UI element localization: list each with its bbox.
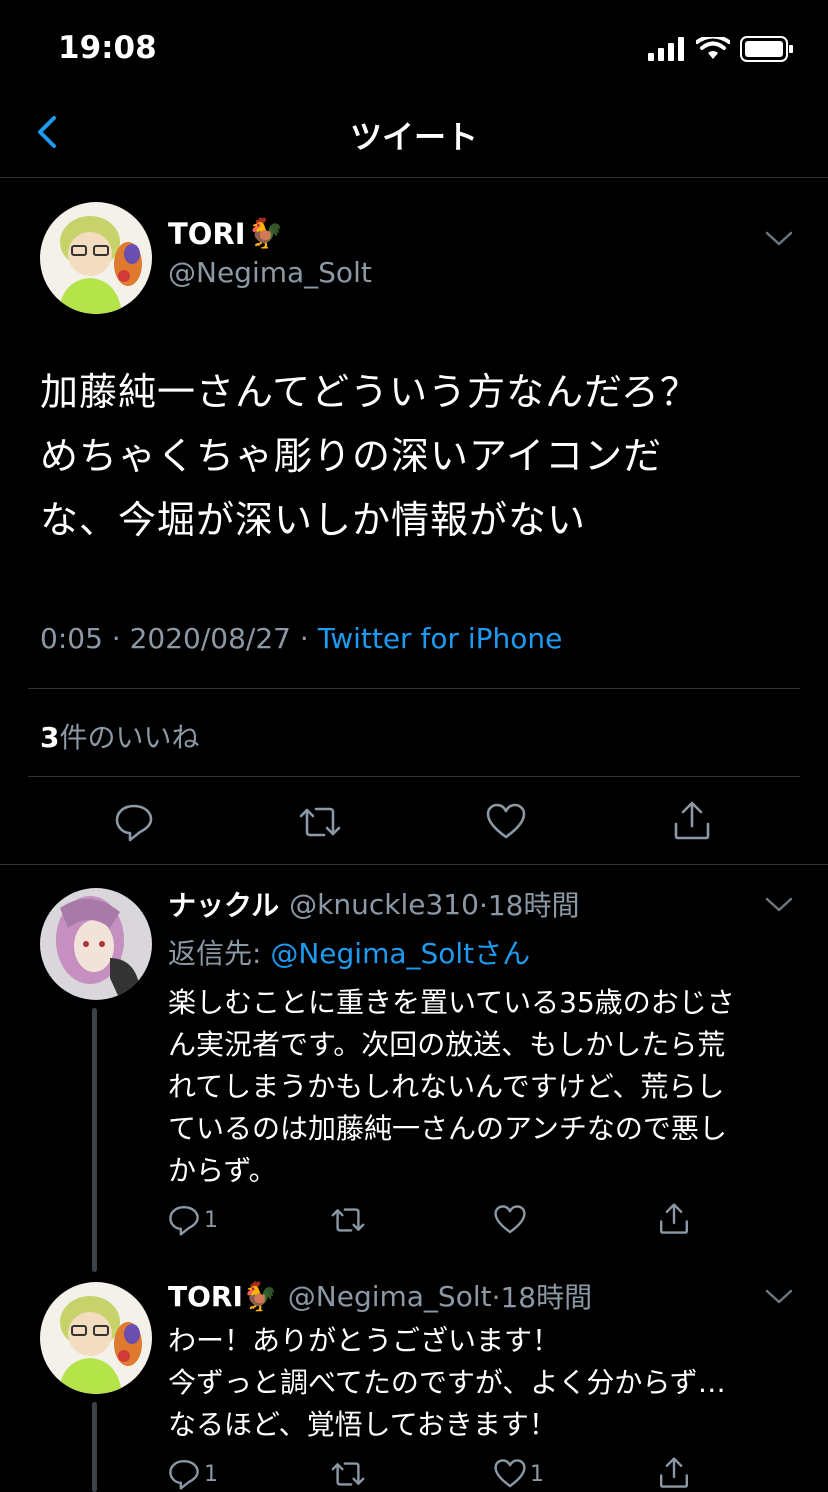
thread-line — [92, 1008, 97, 1272]
like-button[interactable] — [494, 1204, 526, 1236]
reply-icon — [169, 1206, 199, 1236]
tweet-date: 2020/08/27 — [129, 622, 291, 655]
meta-separator: · — [111, 622, 121, 655]
share-button[interactable] — [658, 1202, 690, 1236]
tweet-author-handle[interactable]: @Negima_Solt — [168, 256, 372, 289]
chevron-down-icon[interactable] — [764, 896, 794, 914]
tweet-text: 加藤純一さんてどういう方なんだろ？ めちゃくちゃ彫りの深いアイコンだ な、今堀が… — [40, 370, 699, 542]
like-count: 1 — [530, 1461, 544, 1487]
like-button[interactable] — [486, 802, 526, 842]
avatar-illustration — [40, 1282, 152, 1394]
reply-count: 1 — [204, 1461, 218, 1487]
avatar[interactable] — [40, 1282, 152, 1394]
replying-to-label: 返信先: — [168, 937, 262, 970]
likes-label: 件のいいね — [59, 721, 200, 754]
meta-separator: · — [299, 622, 309, 655]
chevron-down-icon[interactable] — [764, 1288, 794, 1306]
avatar-illustration — [40, 888, 152, 1000]
share-button[interactable] — [658, 1456, 690, 1490]
share-icon — [660, 1203, 688, 1234]
reply-timestamp: ·18時間 — [491, 1281, 593, 1314]
heart-icon — [494, 1205, 526, 1234]
status-bar: 19:08 — [0, 0, 828, 100]
divider — [28, 688, 800, 689]
status-time: 19:08 — [58, 30, 157, 66]
tweet-meta: 0:05 · 2020/08/27 · Twitter for iPhone — [40, 622, 562, 655]
reply-author-name[interactable]: TORI — [168, 1280, 243, 1313]
share-button[interactable] — [672, 800, 712, 842]
tweet-author-name[interactable]: TORI 🐓 — [168, 216, 284, 251]
avatar[interactable] — [40, 888, 152, 1000]
status-icons — [648, 36, 794, 62]
likes-count: 3 — [40, 721, 60, 754]
retweet-button[interactable] — [298, 802, 342, 842]
divider — [28, 776, 800, 777]
retweet-button[interactable] — [330, 1458, 366, 1490]
reply-author-handle[interactable]: @Negima_Solt — [288, 1280, 492, 1313]
reply-header: ナックル @knuckle310 ·18時間 — [168, 884, 579, 924]
reply-icon — [169, 1460, 199, 1490]
reply-text: わー！ありがとうございます！ 今ずっと調べてたのですが、よく分からず… なるほど… — [168, 1324, 726, 1441]
heart-icon — [494, 1459, 526, 1488]
like-button[interactable]: 1 — [494, 1458, 544, 1490]
avatar-illustration — [40, 202, 152, 314]
rooster-emoji-icon: 🐓 — [242, 1279, 278, 1313]
page-title: ツイート — [349, 118, 478, 156]
retweet-icon — [331, 1462, 365, 1486]
reply-button[interactable] — [114, 802, 154, 842]
reply-author-handle[interactable]: @knuckle310 — [289, 888, 479, 921]
tweet-time: 0:05 — [40, 622, 103, 655]
heart-icon — [486, 803, 526, 839]
reply-button[interactable]: 1 — [168, 1204, 218, 1236]
replying-to: 返信先: @Negima_Soltさん — [168, 932, 530, 972]
thread-line — [92, 1402, 97, 1492]
rooster-emoji-icon: 🐓 — [247, 216, 284, 250]
reply-author-name[interactable]: ナックル — [168, 884, 279, 924]
replying-to-handle[interactable]: @Negima_Soltさん — [270, 937, 530, 970]
wifi-icon — [696, 37, 730, 59]
divider — [0, 864, 828, 865]
reply-timestamp: ·18時間 — [478, 889, 580, 922]
likes-count-link[interactable]: 3件のいいね — [40, 716, 200, 756]
retweet-icon — [331, 1208, 365, 1232]
reply-count: 1 — [204, 1207, 218, 1233]
reply-icon — [115, 804, 153, 842]
reply-text: 楽しむことに重きを置いている35歳のおじさ ん実況者です。次回の放送、もしかした… — [168, 986, 735, 1187]
tweet-source-link[interactable]: Twitter for iPhone — [318, 622, 563, 655]
author-name-text: TORI — [168, 216, 246, 251]
nav-bar: ツイート — [0, 100, 828, 178]
reply-button[interactable]: 1 — [168, 1458, 218, 1490]
retweet-button[interactable] — [330, 1204, 366, 1236]
retweet-icon — [299, 807, 341, 837]
signal-icon — [648, 37, 684, 61]
battery-icon — [740, 36, 793, 62]
share-icon — [674, 801, 710, 840]
reply-header: TORI 🐓 @Negima_Solt ·18時間 — [168, 1276, 592, 1316]
avatar[interactable] — [40, 202, 152, 314]
chevron-down-icon[interactable] — [764, 230, 794, 248]
share-icon — [660, 1457, 688, 1488]
